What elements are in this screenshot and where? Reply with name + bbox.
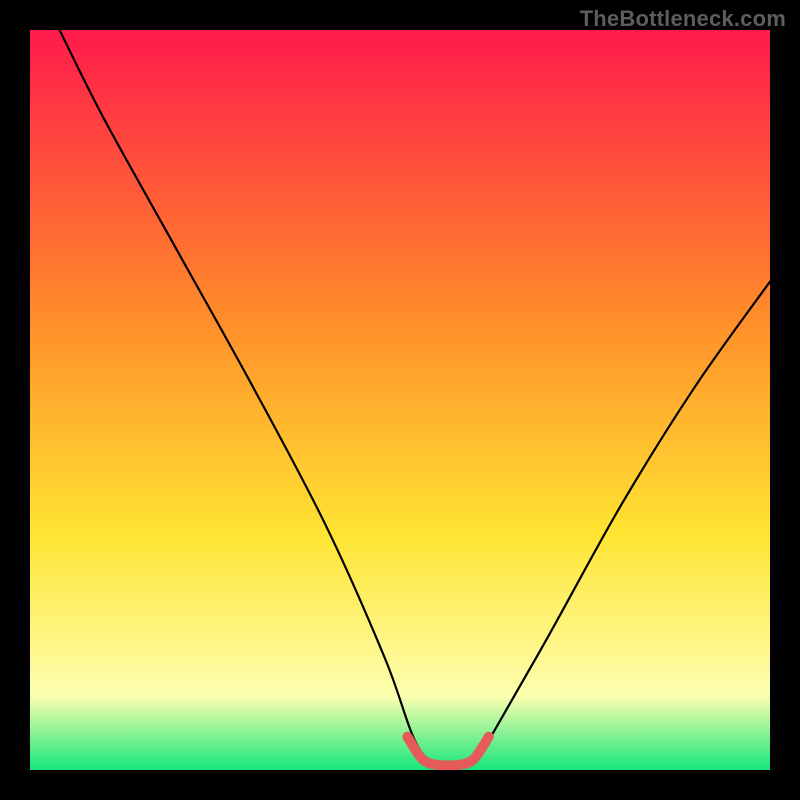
- curve-layer: [30, 30, 770, 770]
- minimum-band-marker: [407, 737, 488, 766]
- plot-area: [30, 30, 770, 770]
- chart-frame: TheBottleneck.com: [0, 0, 800, 800]
- watermark-text: TheBottleneck.com: [580, 6, 786, 32]
- bottleneck-curve: [60, 30, 770, 768]
